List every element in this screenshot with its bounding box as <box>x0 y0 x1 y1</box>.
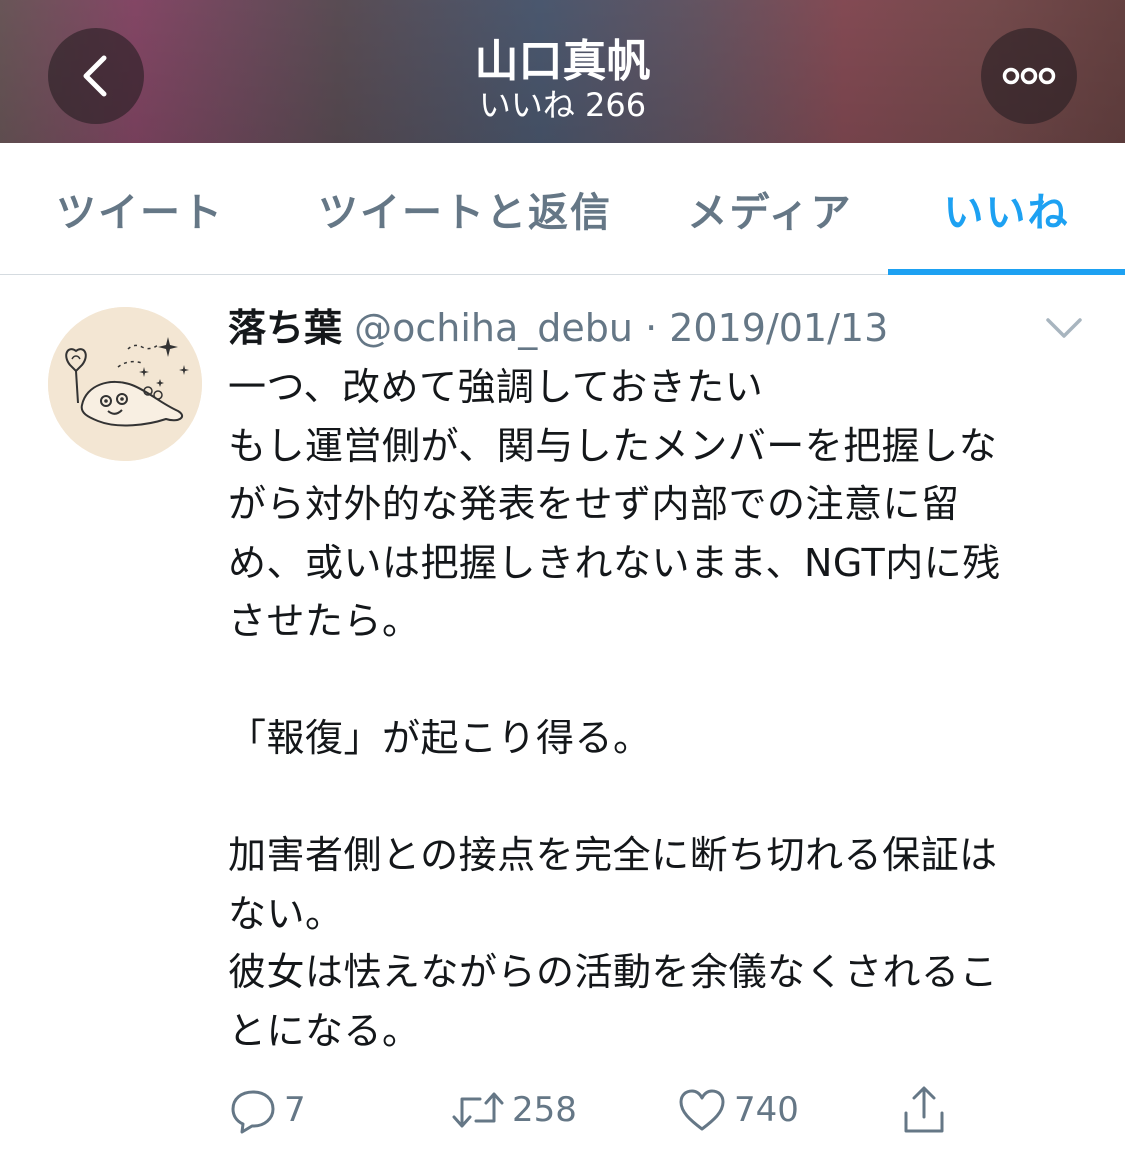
retweet-count: 258 <box>512 1090 577 1130</box>
more-horizontal-icon <box>1002 67 1056 85</box>
reply-icon <box>231 1090 275 1134</box>
reply-button[interactable]: 7 <box>228 1080 306 1140</box>
likes-count: いいね 266 <box>478 86 647 124</box>
chevron-down-icon <box>1046 318 1082 338</box>
heart-icon <box>679 1089 725 1131</box>
avatar[interactable] <box>48 307 202 461</box>
author-name[interactable]: 落ち葉 <box>228 306 342 350</box>
tweet-header: 落ち葉 @ochiha_debu · 2019/01/13 <box>228 302 888 354</box>
avatar-illustration-icon <box>48 307 202 461</box>
author-handle[interactable]: @ochiha_debu <box>354 306 633 350</box>
tweet-actions: 7 258 740 <box>0 1080 1125 1140</box>
tab-likes[interactable]: いいね <box>888 143 1125 275</box>
reply-count: 7 <box>284 1090 306 1130</box>
tab-tweets-and-replies[interactable]: ツイートと返信 <box>300 143 630 275</box>
header-separator: · <box>645 306 658 350</box>
more-button[interactable] <box>981 28 1077 124</box>
active-tab-indicator <box>888 269 1125 275</box>
profile-tabs: ツイート ツイートと返信 メディア いいね <box>0 143 1125 275</box>
profile-header: 山口真帆 いいね 266 <box>0 0 1125 143</box>
retweet-icon <box>452 1092 504 1128</box>
like-count: 740 <box>734 1090 799 1130</box>
tab-media[interactable]: メディア <box>670 143 870 275</box>
tweet-menu-button[interactable] <box>1040 312 1088 344</box>
profile-name: 山口真帆 <box>474 36 651 87</box>
tweet-text: 一つ、改めて強調しておきたい もし運営側が、関与したメンバーを把握しな がら対外… <box>228 365 1001 1053</box>
tweet-date[interactable]: 2019/01/13 <box>669 306 888 350</box>
share-button[interactable] <box>898 1080 950 1140</box>
retweet-button[interactable]: 258 <box>450 1080 577 1140</box>
tab-tweets[interactable]: ツイート <box>40 143 240 275</box>
share-icon <box>904 1086 944 1133</box>
like-button[interactable]: 740 <box>676 1080 799 1140</box>
